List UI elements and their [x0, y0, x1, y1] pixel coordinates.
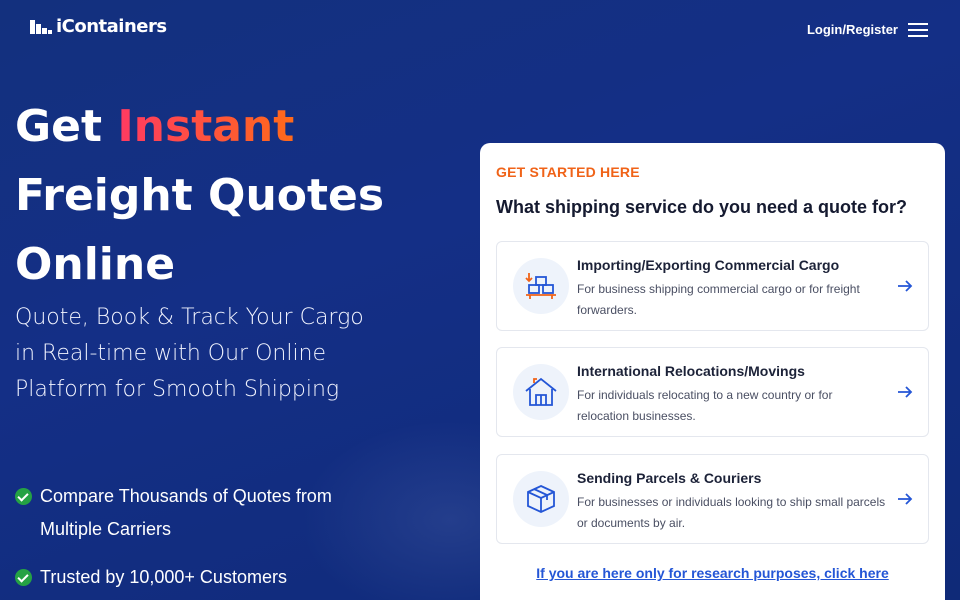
- logo-mark-icon: [30, 18, 52, 36]
- option-title: Sending Parcels & Couriers: [577, 470, 762, 486]
- research-link[interactable]: If you are here only for research purpos…: [480, 565, 945, 581]
- title-line-2: Freight Quotes: [15, 170, 385, 221]
- option-description: For individuals relocating to a new coun…: [577, 388, 833, 423]
- option-title: Importing/Exporting Commercial Cargo: [577, 257, 840, 273]
- card-question: What shipping service do you need a quot…: [496, 197, 908, 217]
- box-icon: [513, 471, 569, 527]
- arrow-right-icon: [898, 493, 913, 505]
- option-description: For business shipping commercial cargo o…: [577, 282, 860, 317]
- feature-text: Compare Thousands of Quotes from Multipl…: [40, 486, 332, 539]
- house-icon: [513, 364, 569, 420]
- feature-item: Trusted by 10,000+ Customers: [15, 561, 395, 594]
- logo-text: iContainers: [56, 16, 167, 37]
- option-commercial-cargo[interactable]: Importing/Exporting Commercial Cargo For…: [496, 241, 929, 331]
- quote-card: GET STARTED HERE What shipping service d…: [480, 143, 945, 600]
- arrow-right-icon: [898, 280, 913, 292]
- option-parcels-couriers[interactable]: Sending Parcels & Couriers For businesse…: [496, 454, 929, 544]
- logo[interactable]: iContainers: [30, 16, 167, 37]
- title-prefix: Get: [15, 101, 118, 152]
- option-relocations[interactable]: International Relocations/Movings For in…: [496, 347, 929, 437]
- login-register-link[interactable]: Login/Register: [807, 22, 898, 37]
- check-icon: [15, 569, 32, 586]
- option-description: For businesses or individuals looking to…: [577, 495, 886, 530]
- feature-text: Trusted by 10,000+ Customers: [40, 567, 287, 587]
- feature-item: Compare Thousands of Quotes from Multipl…: [15, 480, 395, 546]
- card-eyebrow: GET STARTED HERE: [496, 164, 640, 180]
- hamburger-menu-icon[interactable]: [908, 23, 928, 38]
- arrow-right-icon: [898, 386, 913, 398]
- option-title: International Relocations/Movings: [577, 363, 805, 379]
- title-accent: Instant: [117, 101, 295, 152]
- hero-title: Get Instant Freight Quotes Online: [15, 92, 384, 299]
- check-icon: [15, 488, 32, 505]
- hero-subtitle: Quote, Book & Track Your Cargo in Real-t…: [15, 305, 364, 402]
- feature-list: Compare Thousands of Quotes from Multipl…: [15, 480, 395, 600]
- cargo-icon: [513, 258, 569, 314]
- title-line-3: Online: [15, 239, 176, 290]
